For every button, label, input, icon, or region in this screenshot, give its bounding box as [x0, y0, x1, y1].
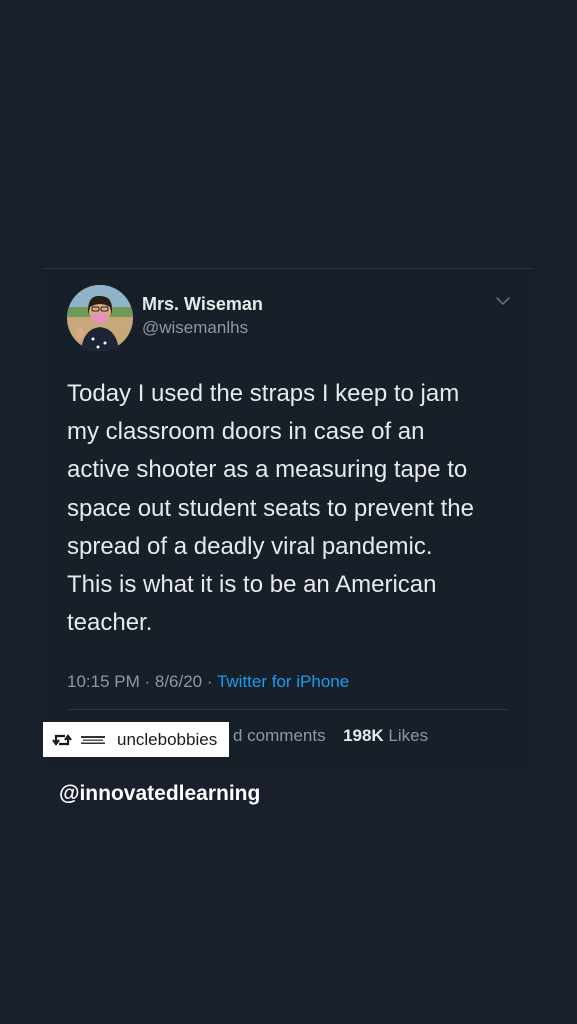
repost-icon [52, 733, 72, 746]
avatar[interactable] [67, 285, 133, 351]
tweet-source-link[interactable]: Twitter for iPhone [217, 672, 349, 691]
divider [67, 709, 509, 710]
footer-handle[interactable]: @innovatedlearning [59, 782, 260, 806]
avatar-image [67, 285, 133, 351]
tweet-timestamp: 10:15 PM · 8/6/20 · [67, 672, 217, 691]
user-handle[interactable]: @wisemanlhs [142, 318, 248, 338]
tweet-metadata: 10:15 PM · 8/6/20 · Twitter for iPhone [67, 672, 349, 692]
chevron-down-icon[interactable] [495, 293, 511, 309]
likes-count[interactable]: 198K [343, 726, 384, 745]
profile-logo-icon [81, 735, 105, 744]
tweet-card: Mrs. Wiseman @wisemanlhs Today I used th… [43, 268, 533, 768]
tweet-stats: d comments 198K Likes [233, 726, 428, 746]
screen: Mrs. Wiseman @wisemanlhs Today I used th… [0, 0, 577, 1024]
comments-label[interactable]: d comments [233, 726, 326, 745]
display-name[interactable]: Mrs. Wiseman [142, 294, 263, 315]
likes-label: Likes [383, 726, 429, 745]
repost-badge[interactable]: unclebobbies [43, 722, 229, 757]
tweet-text: Today I used the straps I keep to jam my… [67, 380, 474, 637]
repost-username[interactable]: unclebobbies [117, 730, 217, 750]
